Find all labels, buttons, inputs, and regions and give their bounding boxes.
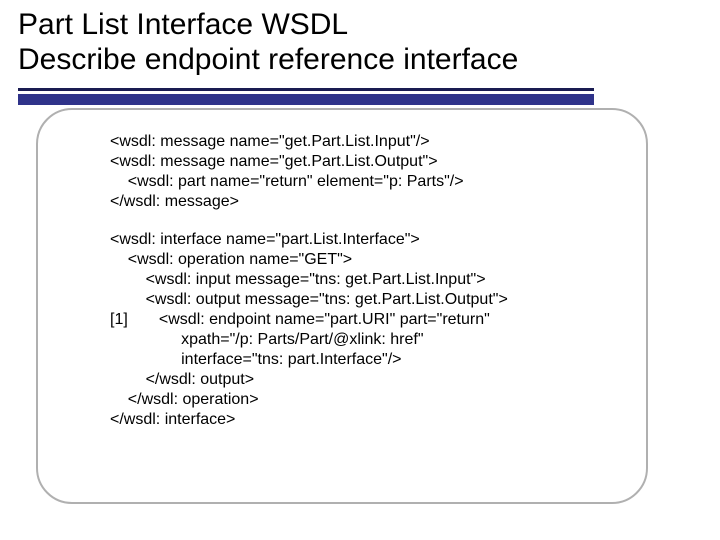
wsdl-interface-block: <wsdl: interface name="part.List.Interfa… xyxy=(110,230,670,430)
content-body: <wsdl: message name="get.Part.List.Input… xyxy=(110,132,670,430)
wsdl-message-block: <wsdl: message name="get.Part.List.Input… xyxy=(110,132,670,212)
spacer xyxy=(110,212,670,230)
divider-thin xyxy=(18,88,594,91)
slide: Part List Interface WSDL Describe endpoi… xyxy=(0,0,720,540)
title-block: Part List Interface WSDL Describe endpoi… xyxy=(0,0,720,81)
title-line-2: Describe endpoint reference interface xyxy=(18,43,702,78)
divider-thick xyxy=(18,94,594,105)
title-line-1: Part List Interface WSDL xyxy=(18,8,702,43)
